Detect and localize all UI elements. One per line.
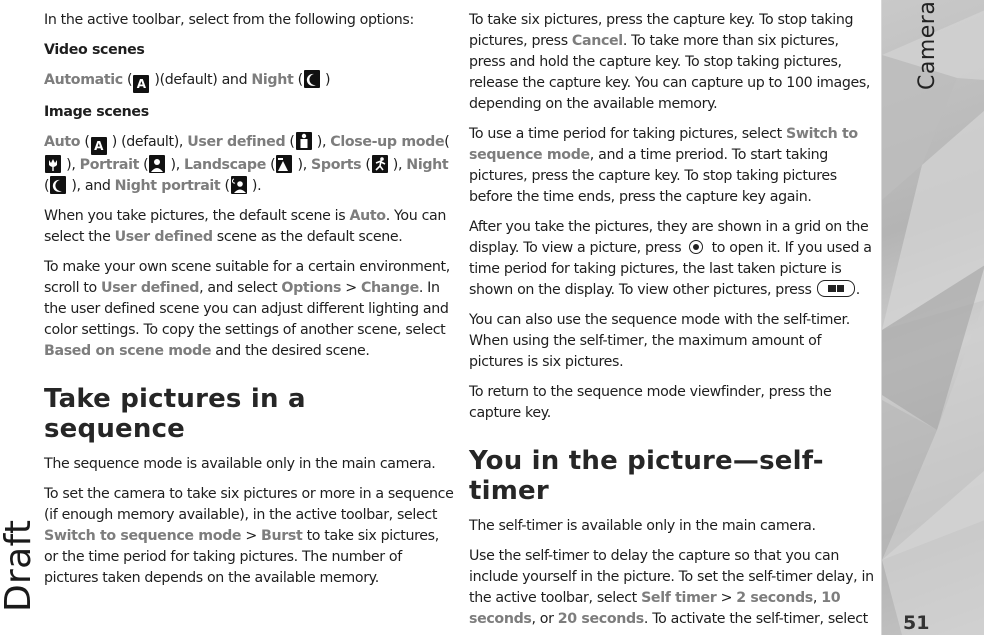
portrait-icon <box>149 155 166 173</box>
grid-view-paragraph: After you take the pictures, they are sh… <box>469 219 872 298</box>
own-scene-paragraph: To make your own scene suitable for a ce… <box>44 259 450 359</box>
closeup-flower-icon <box>45 155 61 173</box>
self-timer-instructions: Use the self-timer to delay the capture … <box>469 548 874 627</box>
page-number: 51 <box>903 612 930 634</box>
draft-watermark: Draft <box>0 519 39 612</box>
time-period-paragraph: To use a time period for taking pictures… <box>469 126 858 205</box>
self-timer-availability: The self-timer is available only in the … <box>469 518 816 534</box>
night-moon-icon <box>50 176 67 194</box>
user-defined-icon <box>295 132 312 150</box>
gallery-key-icon <box>816 280 855 297</box>
chapter-sidebar <box>881 0 984 635</box>
image-scenes-list: Auto (A ) (default), User defined ( ), C… <box>44 132 450 194</box>
automatic-scene: Automatic <box>44 72 123 88</box>
chapter-title: Camera <box>915 0 940 90</box>
intro-text: In the active toolbar, select from the f… <box>44 12 414 28</box>
video-scenes-heading: Video scenes <box>44 42 145 58</box>
sports-runner-icon <box>371 155 388 173</box>
auto-scene-icon: A <box>90 137 107 155</box>
landscape-icon <box>276 155 293 173</box>
sequence-instructions: To set the camera to take six pictures o… <box>44 486 454 586</box>
self-timer-section-heading: You in the picture—self-timer <box>469 446 824 506</box>
night-scene: Night <box>251 72 294 88</box>
night-portrait-icon <box>230 176 247 194</box>
sequence-availability: The sequence mode is available only in t… <box>44 456 436 472</box>
auto-scene-icon: A <box>133 75 150 93</box>
video-scenes-list: Automatic (A )(default) and Night ( ) <box>44 70 331 93</box>
navi-center-key-icon <box>689 240 704 254</box>
return-viewfinder-paragraph: To return to the sequence mode viewfinde… <box>469 384 832 421</box>
left-column: In the active toolbar, select from the f… <box>44 10 454 598</box>
capture-paragraph: To take six pictures, press the capture … <box>469 12 871 112</box>
night-moon-icon <box>303 70 320 88</box>
default-scene-paragraph: When you take pictures, the default scen… <box>44 208 447 245</box>
sequence-section-heading: Take pictures in a sequence <box>44 384 306 444</box>
right-column: To take six pictures, press the capture … <box>469 10 874 639</box>
self-timer-sequence-paragraph: You can also use the sequence mode with … <box>469 312 850 370</box>
image-scenes-heading: Image scenes <box>44 104 149 120</box>
polygon-background <box>882 10 984 635</box>
